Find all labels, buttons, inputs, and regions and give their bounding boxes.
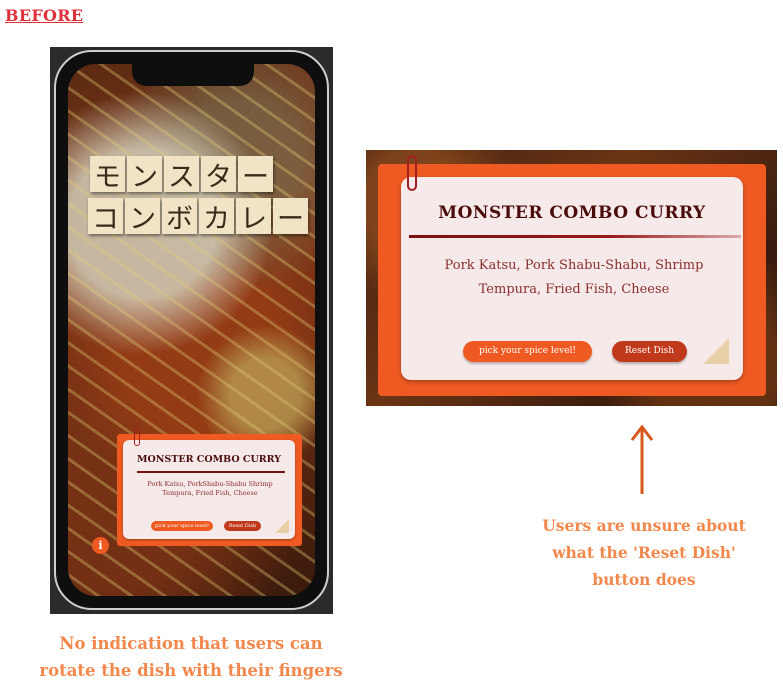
paperclip-icon	[134, 428, 140, 446]
phone-body: モ ン ス タ ー コ ン ボ カ レ ー MONSTER COMBO CURR…	[54, 50, 329, 610]
ingredients-line: Tempura, Fried Fish, Cheese	[478, 282, 670, 297]
ingredients-line: Pork Katsu, Pork Shabu-Shabu, Shrimp	[444, 258, 704, 273]
zoomed-card-paper: MONSTER COMBO CURRY Pork Katsu, Pork Sha…	[401, 177, 743, 380]
rotate-dish-annotation: No indication that users can rotate the …	[30, 630, 352, 684]
reset-dish-button[interactable]: Reset Dish	[224, 521, 261, 531]
japanese-title-line-1: モ ン ス タ ー	[90, 156, 310, 193]
zoomed-dish-ingredients: Pork Katsu, Pork Shabu-Shabu, Shrimp Tem…	[415, 254, 733, 302]
zoomed-dish-info-card: MONSTER COMBO CURRY Pork Katsu, Pork Sha…	[378, 155, 766, 396]
zoomed-reset-dish-button[interactable]: Reset Dish	[612, 341, 687, 362]
spice-level-button[interactable]: pick your spice level!	[151, 521, 213, 531]
japanese-title-tile: レ	[236, 198, 271, 235]
phone-mockup: モ ン ス タ ー コ ン ボ カ レ ー MONSTER COMBO CURR…	[50, 47, 333, 614]
dish-ingredients: Pork Katsu, PorkShabu-Shabu Shrimp Tempu…	[133, 480, 287, 498]
japanese-title-tile: コ	[88, 198, 123, 235]
annotation-line: button does	[592, 570, 696, 589]
paperclip-icon	[407, 155, 417, 191]
ar-dish-view[interactable]: モ ン ス タ ー コ ン ボ カ レ ー MONSTER COMBO CURR…	[68, 64, 315, 596]
japanese-title-tile: ン	[127, 156, 162, 193]
annotation-line: what the 'Reset Dish'	[552, 543, 736, 562]
japanese-title-line-2: コ ン ボ カ レ ー	[88, 198, 310, 235]
info-icon[interactable]: i	[92, 537, 109, 554]
zoomed-spice-level-button[interactable]: pick your spice level!	[463, 341, 592, 362]
japanese-title: モ ン ス タ ー コ ン ボ カ レ ー	[88, 156, 310, 240]
japanese-title-tile: タ	[201, 156, 236, 193]
annotation-line: rotate the dish with their fingers	[39, 661, 343, 680]
dish-info-card-paper: MONSTER COMBO CURRY Pork Katsu, PorkShab…	[123, 440, 295, 539]
japanese-title-tile: ー	[273, 198, 308, 235]
phone-notch	[132, 64, 254, 86]
dish-title: MONSTER COMBO CURRY	[136, 454, 282, 465]
japanese-title-tile: カ	[199, 198, 234, 235]
zoomed-title-divider	[409, 235, 741, 238]
zoomed-dish-title: MONSTER COMBO CURRY	[438, 203, 706, 223]
dish-info-card: MONSTER COMBO CURRY Pork Katsu, PorkShab…	[117, 428, 302, 546]
annotation-line: Users are unsure about	[542, 516, 746, 535]
page-curl-icon	[703, 338, 729, 364]
japanese-title-tile: ス	[164, 156, 199, 193]
japanese-title-tile: ー	[238, 156, 273, 193]
arrow-up-icon	[630, 424, 654, 494]
page-curl-icon	[275, 519, 289, 533]
japanese-title-tile: ン	[125, 198, 160, 235]
ingredients-line: Pork Katsu, PorkShabu-Shabu Shrimp	[147, 480, 273, 488]
zoomed-card-panel: MONSTER COMBO CURRY Pork Katsu, Pork Sha…	[366, 150, 777, 406]
title-divider	[137, 471, 285, 473]
annotation-line: No indication that users can	[59, 634, 323, 653]
japanese-title-tile: ボ	[162, 198, 197, 235]
ingredients-line: Tempura, Fried Fish, Cheese	[162, 489, 258, 497]
before-heading: BEFORE	[5, 6, 84, 25]
reset-dish-annotation: Users are unsure about what the 'Reset D…	[530, 512, 758, 593]
japanese-title-tile: モ	[90, 156, 125, 193]
